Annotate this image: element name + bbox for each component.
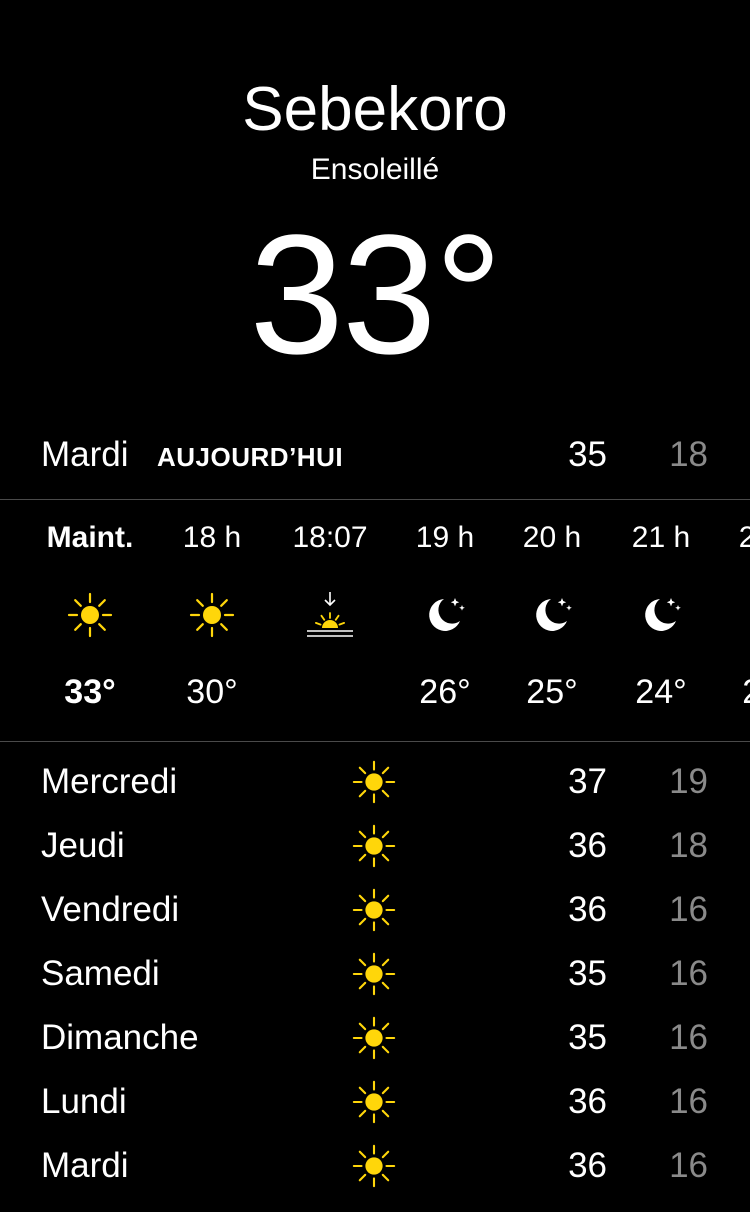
daily-forecast-row: Mardi 36 16 — [0, 1134, 750, 1198]
sun-icon — [350, 1078, 398, 1126]
day-low: 18 — [669, 826, 708, 865]
hourly-temperature: 24° — [635, 673, 687, 711]
hourly-time: 22 h — [738, 521, 750, 554]
sun-icon — [65, 590, 115, 640]
hourly-temperature: 25° — [526, 673, 578, 711]
moon-stars-icon — [420, 590, 470, 640]
today-day-name: Mardi — [41, 435, 129, 474]
hourly-time: 20 h — [522, 521, 582, 554]
hourly-time: 18:07 — [292, 521, 368, 554]
day-low: 16 — [669, 1146, 708, 1185]
hourly-item: 22 h 23° — [713, 500, 750, 740]
day-name: Vendredi — [41, 890, 180, 929]
day-high: 35 — [568, 954, 607, 993]
day-high: 37 — [568, 762, 607, 801]
day-high: 36 — [568, 890, 607, 929]
hourly-temperature: 26° — [419, 673, 471, 711]
sun-icon — [350, 1142, 398, 1190]
divider-bottom — [0, 741, 750, 742]
hourly-time: 19 h — [415, 521, 475, 554]
day-name: Mercredi — [41, 762, 178, 801]
weather-condition: Ensoleillé — [310, 153, 440, 186]
day-low: 16 — [669, 1082, 708, 1121]
hourly-item: Maint. 33° — [35, 500, 145, 740]
today-low: 18 — [669, 435, 708, 474]
day-high: 36 — [568, 1082, 607, 1121]
day-name: Jeudi — [41, 826, 125, 865]
hourly-time: 21 h — [631, 521, 691, 554]
hourly-item: 21 h 24° — [606, 500, 716, 740]
moon-stars-icon — [527, 590, 577, 640]
day-name: Mardi — [41, 1146, 129, 1185]
hourly-time: Maint. — [46, 521, 134, 554]
day-high: 36 — [568, 1146, 607, 1185]
today-summary-row: Mardi AUJOURD’HUI 35 18 — [0, 425, 750, 485]
sun-icon — [350, 758, 398, 806]
daily-forecast-row: Mercredi 37 19 — [0, 750, 750, 814]
sun-icon — [350, 1014, 398, 1062]
moon-stars-icon — [743, 590, 750, 640]
hourly-time: 18 h — [182, 521, 242, 554]
day-name: Lundi — [41, 1082, 127, 1121]
sun-icon — [350, 886, 398, 934]
day-low: 16 — [669, 890, 708, 929]
sun-icon — [350, 950, 398, 998]
day-low: 16 — [669, 954, 708, 993]
hourly-item: 20 h 25° — [497, 500, 607, 740]
hourly-temperature: 33° — [64, 673, 116, 711]
day-name: Dimanche — [41, 1018, 199, 1057]
sun-icon — [187, 590, 237, 640]
sun-icon — [350, 822, 398, 870]
day-high: 35 — [568, 1018, 607, 1057]
day-high: 36 — [568, 826, 607, 865]
hourly-item: 18:07 — [275, 500, 385, 740]
sunset-icon — [305, 590, 355, 640]
hourly-forecast-strip[interactable]: Maint. 33° 18 h 30° 18:07 19 h 26° 20 h 25° 21… — [0, 500, 750, 740]
day-low: 19 — [669, 762, 708, 801]
current-temperature: 33° — [249, 200, 502, 390]
hourly-temperature: 30° — [186, 673, 238, 711]
moon-stars-icon — [636, 590, 686, 640]
day-low: 16 — [669, 1018, 708, 1057]
city-name: Sebekoro — [242, 75, 508, 144]
daily-forecast-row: Samedi 35 16 — [0, 942, 750, 1006]
today-tag: AUJOURD’HUI — [157, 442, 344, 472]
daily-forecast-row: Lundi 36 16 — [0, 1070, 750, 1134]
hourly-temperature: 23° — [713, 670, 750, 714]
today-high: 35 — [568, 435, 607, 474]
daily-forecast-row: Dimanche 35 16 — [0, 1006, 750, 1070]
daily-forecast-row: Vendredi 36 16 — [0, 878, 750, 942]
day-name: Samedi — [41, 954, 160, 993]
hourly-item: 18 h 30° — [157, 500, 267, 740]
daily-forecast-row: Jeudi 36 18 — [0, 814, 750, 878]
hourly-item: 19 h 26° — [390, 500, 500, 740]
